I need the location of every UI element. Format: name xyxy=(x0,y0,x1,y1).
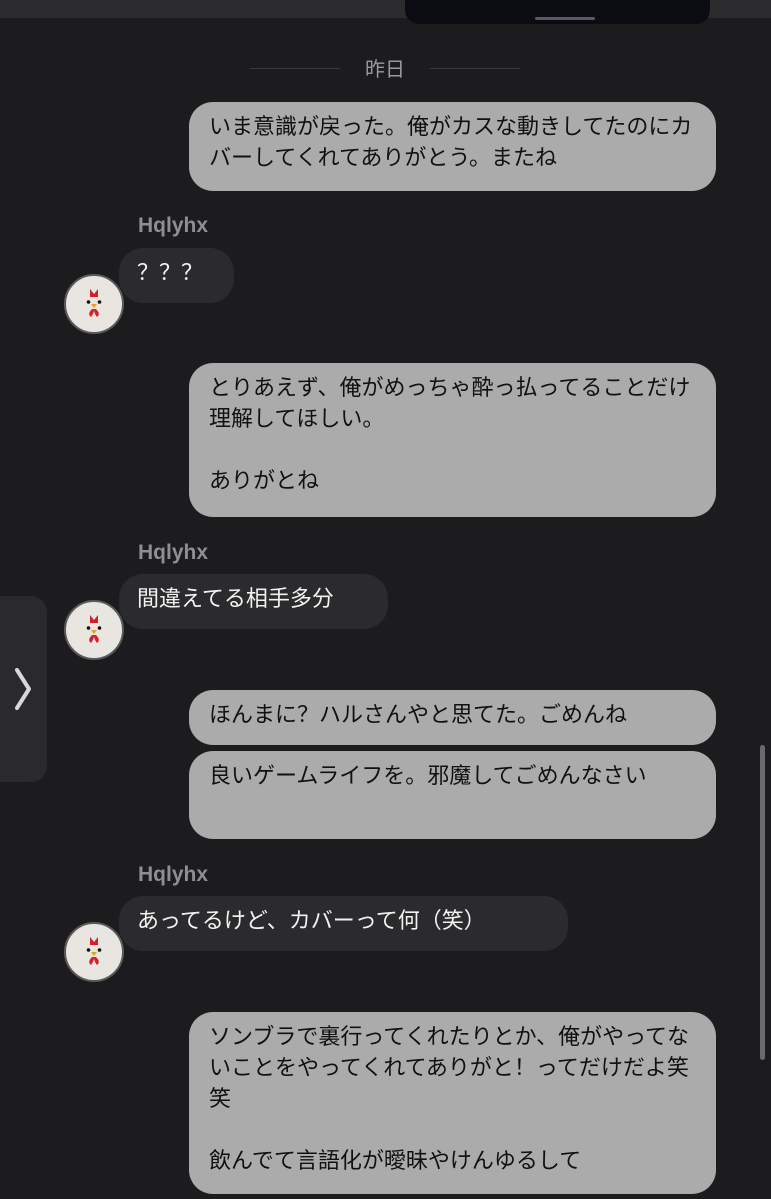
chevron-right-icon xyxy=(15,668,31,710)
side-panel-toggle[interactable] xyxy=(0,596,47,782)
rooster-avatar[interactable] xyxy=(64,274,124,334)
outgoing-message[interactable]: いま意識が戻った。俺がカスな動きしてたのにカバーしてくれてありがとう。またね xyxy=(189,102,716,191)
previous-image-attachment[interactable] xyxy=(405,0,710,24)
rooster-icon xyxy=(86,289,102,317)
outgoing-message[interactable]: とりあえず、俺がめっちゃ酔っ払ってることだけ理解してほしい。 ありがとね xyxy=(189,363,716,517)
outgoing-message[interactable]: ソンブラで裏行ってくれたりとか、俺がやってないことをやってくれてありがと！ってだ… xyxy=(189,1012,716,1194)
rooster-avatar[interactable] xyxy=(64,922,124,982)
rooster-icon xyxy=(86,937,102,965)
outgoing-message[interactable]: 良いゲームライフを。邪魔してごめんなさい xyxy=(189,751,716,839)
rooster-avatar[interactable] xyxy=(64,600,124,660)
outgoing-message[interactable]: ほんまに？ハルさんやと思てた。ごめんね xyxy=(189,690,716,745)
date-label: 昨日 xyxy=(365,57,405,81)
incoming-message[interactable]: ？？？ xyxy=(119,248,234,303)
rooster-icon xyxy=(86,615,102,643)
image-highlight xyxy=(535,17,595,20)
sender-name: Hqlyhx xyxy=(138,214,209,237)
sender-name: Hqlyhx xyxy=(138,541,209,564)
incoming-message[interactable]: あってるけど、カバーって何（笑） xyxy=(119,896,568,951)
sender-name: Hqlyhx xyxy=(138,863,209,886)
incoming-message[interactable]: 間違えてる相手多分 xyxy=(119,574,388,629)
scrollbar[interactable] xyxy=(760,745,765,1060)
separator-line-right xyxy=(430,68,520,69)
date-separator: 昨日 xyxy=(250,57,520,81)
